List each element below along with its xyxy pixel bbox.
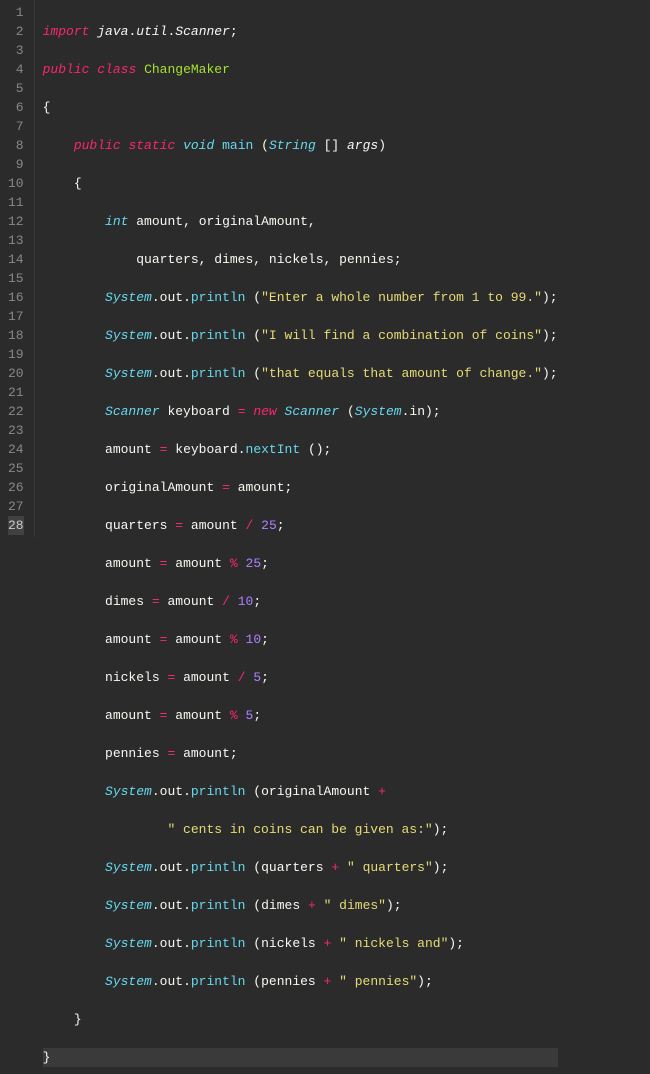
code-line: public class ChangeMaker: [43, 60, 558, 79]
code-line: System.out.println ("that equals that am…: [43, 364, 558, 383]
line-number: 1: [8, 3, 24, 22]
code-line: {: [43, 98, 558, 117]
code-editor: 1 2 3 4 5 6 7 8 9 10 11 12 13 14 15 16 1…: [0, 0, 650, 537]
line-number: 23: [8, 421, 24, 440]
line-number: 24: [8, 440, 24, 459]
line-number: 18: [8, 326, 24, 345]
line-number: 17: [8, 307, 24, 326]
line-number: 20: [8, 364, 24, 383]
code-line: public static void main (String [] args): [43, 136, 558, 155]
code-line: Scanner keyboard = new Scanner (System.i…: [43, 402, 558, 421]
code-line: System.out.println (nickels + " nickels …: [43, 934, 558, 953]
code-line: }: [43, 1048, 558, 1067]
code-line: quarters = amount / 25;: [43, 516, 558, 535]
line-number: 15: [8, 269, 24, 288]
code-line: amount = amount % 25;: [43, 554, 558, 573]
line-number: 19: [8, 345, 24, 364]
code-line: System.out.println ("Enter a whole numbe…: [43, 288, 558, 307]
line-number: 13: [8, 231, 24, 250]
code-line: amount = amount % 5;: [43, 706, 558, 725]
code-line: pennies = amount;: [43, 744, 558, 763]
line-number: 6: [8, 98, 24, 117]
code-line: System.out.println (originalAmount +: [43, 782, 558, 801]
line-number-gutter: 1 2 3 4 5 6 7 8 9 10 11 12 13 14 15 16 1…: [0, 0, 35, 537]
line-number: 21: [8, 383, 24, 402]
line-number: 4: [8, 60, 24, 79]
line-number: 3: [8, 41, 24, 60]
code-line: amount = keyboard.nextInt ();: [43, 440, 558, 459]
line-number: 14: [8, 250, 24, 269]
line-number: 16: [8, 288, 24, 307]
code-line: int amount, originalAmount,: [43, 212, 558, 231]
line-number: 11: [8, 193, 24, 212]
line-number: 12: [8, 212, 24, 231]
code-line: {: [43, 174, 558, 193]
code-line: System.out.println (pennies + " pennies"…: [43, 972, 558, 991]
line-number: 25: [8, 459, 24, 478]
line-number: 9: [8, 155, 24, 174]
code-line: dimes = amount / 10;: [43, 592, 558, 611]
code-line: originalAmount = amount;: [43, 478, 558, 497]
code-line: import java.util.Scanner;: [43, 22, 558, 41]
line-number: 26: [8, 478, 24, 497]
line-number: 2: [8, 22, 24, 41]
code-line: " cents in coins can be given as:");: [43, 820, 558, 839]
line-number: 7: [8, 117, 24, 136]
code-line: System.out.println ("I will find a combi…: [43, 326, 558, 345]
line-number: 27: [8, 497, 24, 516]
line-number: 5: [8, 79, 24, 98]
line-number: 10: [8, 174, 24, 193]
code-line: }: [43, 1010, 558, 1029]
code-line: System.out.println (dimes + " dimes");: [43, 896, 558, 915]
code-line: System.out.println (quarters + " quarter…: [43, 858, 558, 877]
code-area[interactable]: import java.util.Scanner; public class C…: [35, 0, 558, 537]
line-number: 8: [8, 136, 24, 155]
code-line: amount = amount % 10;: [43, 630, 558, 649]
code-line: quarters, dimes, nickels, pennies;: [43, 250, 558, 269]
line-number: 28: [8, 516, 24, 535]
line-number: 22: [8, 402, 24, 421]
code-line: nickels = amount / 5;: [43, 668, 558, 687]
